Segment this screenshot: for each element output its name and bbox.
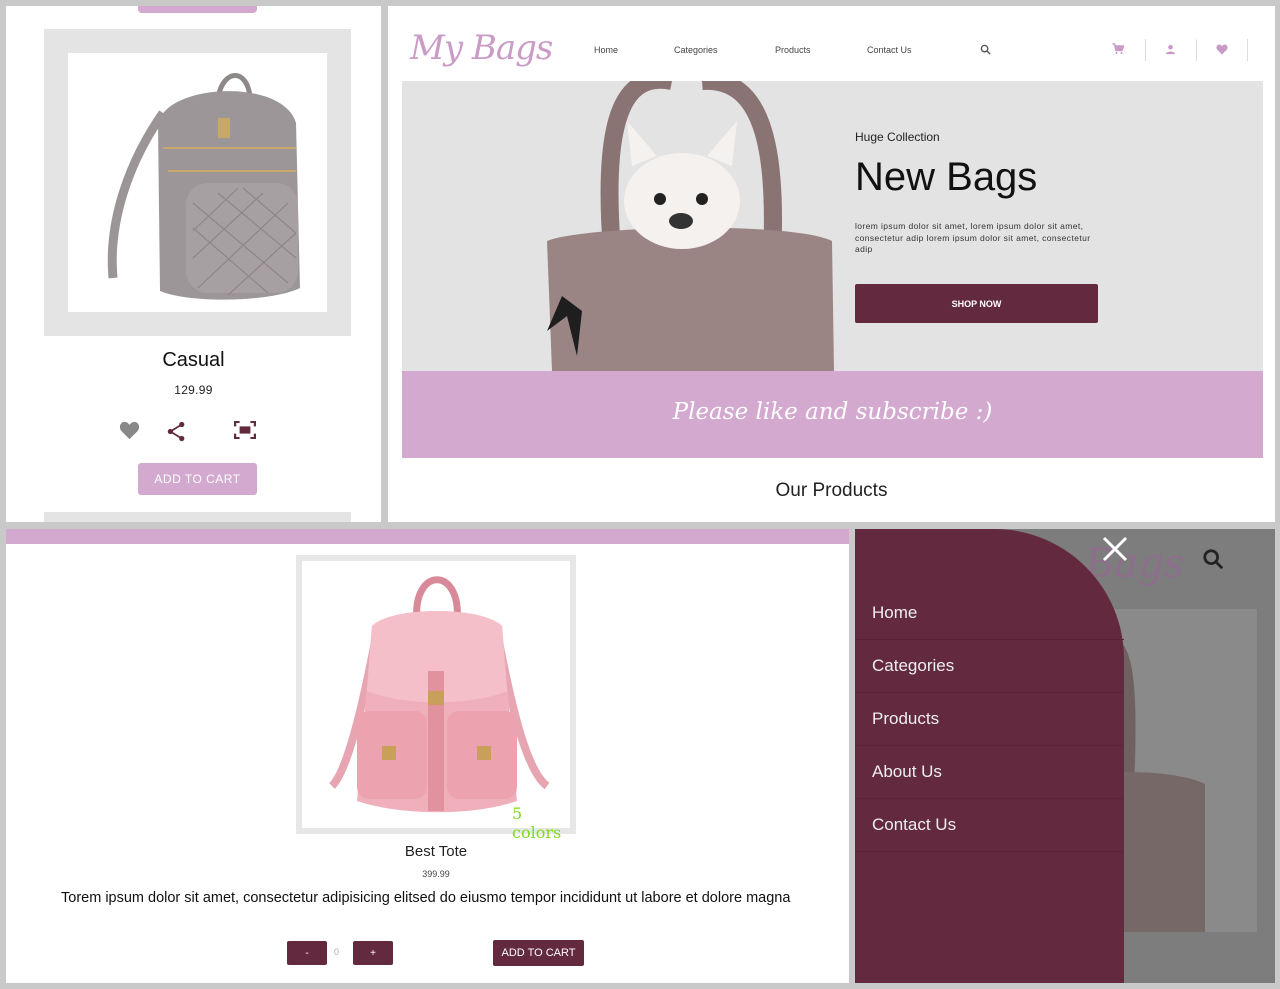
hero-kicker: Huge Collection (855, 130, 940, 144)
menu-item-contact-us[interactable]: Contact Us (855, 799, 1124, 852)
product-actions (6, 420, 381, 445)
nav-products[interactable]: Products (775, 45, 811, 55)
product-image-frame[interactable]: 5 colors (296, 555, 576, 842)
product-detail-panel: 5 colors Best Tote 399.99 Torem ipsum do… (6, 529, 849, 983)
add-to-cart-button[interactable]: ADD TO CART (138, 463, 257, 495)
shop-now-button[interactable]: SHOP NOW (855, 284, 1098, 323)
nav-divider (1247, 39, 1248, 61)
mobile-menu: Home Categories Products About Us Contac… (855, 587, 1124, 852)
user-icon[interactable] (1165, 42, 1176, 60)
heart-icon[interactable] (119, 421, 140, 445)
product-card-panel: Casual 129.99 ADD TO CART (6, 6, 381, 522)
product-price: 129.99 (174, 383, 213, 397)
cart-icon[interactable] (1112, 42, 1125, 60)
quantity-increase-button[interactable]: + (353, 941, 393, 965)
share-icon[interactable] (166, 421, 187, 447)
product-name: Casual (162, 349, 225, 371)
product-name: Best Tote (404, 843, 468, 860)
quantity-decrease-button[interactable]: - (287, 941, 327, 965)
product-image-frame[interactable] (44, 29, 351, 336)
search-icon[interactable] (980, 42, 991, 60)
nav-divider (1196, 39, 1197, 61)
desktop-home-panel: My Bags Home Categories Products Contact… (388, 6, 1275, 522)
side-drawer: Home Categories Products About Us Contac… (855, 529, 1124, 983)
previous-card-button-edge (138, 6, 257, 13)
product-description: Torem ipsum dolor sit amet, consectetur … (61, 890, 791, 906)
handbag-dog-image (547, 81, 834, 371)
next-card-edge (44, 512, 351, 522)
subscribe-text: Please like and subscribe :) (672, 399, 993, 425)
colors-overlay: 5 colors (512, 804, 562, 842)
nav-divider (1145, 39, 1146, 61)
product-price: 399.99 (422, 869, 450, 879)
header-bar (6, 529, 849, 544)
menu-item-categories[interactable]: Categories (855, 640, 1124, 693)
menu-item-products[interactable]: Products (855, 693, 1124, 746)
fullscreen-icon[interactable] (233, 420, 257, 444)
close-icon[interactable] (1100, 534, 1130, 564)
hero-title: New Bags (855, 155, 1038, 199)
nav-categories[interactable]: Categories (674, 45, 718, 55)
hero-banner: Huge Collection New Bags lorem ipsum dol… (402, 81, 1263, 371)
backpack-image (68, 53, 327, 312)
search-icon[interactable] (1202, 548, 1224, 575)
add-to-cart-button[interactable]: ADD TO CART (493, 940, 584, 966)
nav-home[interactable]: Home (594, 45, 618, 55)
hero-description: lorem ipsum dolor sit amet, lorem ipsum … (855, 221, 1091, 254)
site-logo[interactable]: My Bags (410, 28, 553, 68)
quantity-value[interactable]: 0 (334, 947, 339, 957)
subscribe-banner: Please like and subscribe :) (402, 371, 1263, 458)
menu-item-about-us[interactable]: About Us (855, 746, 1124, 799)
heart-icon[interactable] (1216, 42, 1228, 60)
nav-contact-us[interactable]: Contact Us (867, 45, 912, 55)
pink-backpack-image: 5 colors (302, 561, 570, 842)
mobile-menu-panel: Bags Home Categories Products About Us C… (855, 529, 1275, 983)
section-title: Our Products (775, 480, 888, 501)
menu-item-home[interactable]: Home (855, 587, 1124, 640)
